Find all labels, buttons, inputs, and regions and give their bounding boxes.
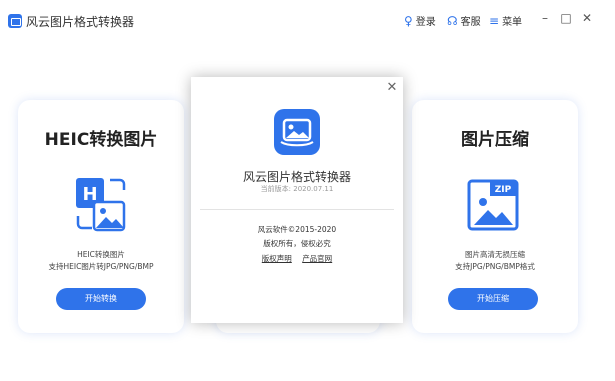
dialog-copyright: 风云软件©2015-2020 <box>257 225 337 234</box>
compress-desc-line1: 图片高清无损压缩 <box>465 250 525 259</box>
maximize-button[interactable]: □ <box>559 11 573 25</box>
close-button[interactable]: ✕ <box>580 11 594 25</box>
dialog-app-name: 风云图片格式转换器 <box>242 170 351 184</box>
login-button[interactable]: ♀ 登录 <box>404 13 436 29</box>
minimize-icon: – <box>542 11 548 25</box>
dialog-close-icon[interactable]: ✕ <box>386 81 398 94</box>
svg-text:ZIP: ZIP <box>495 185 512 195</box>
service-label: 客服 <box>460 17 481 28</box>
copyright-notice-link[interactable]: 版权声明 <box>262 254 292 263</box>
dialog-version: 当前版本: 2020.07.11 <box>260 185 334 193</box>
menu-button[interactable]: ≡ 菜单 <box>489 13 523 29</box>
heic-card[interactable]: HEIC转换图片 H HEIC转换图片 支持HEIC图片转JPG/PNG/BMP… <box>18 100 184 333</box>
close-icon: ✕ <box>581 11 593 25</box>
compress-desc-line2: 支持JPG/PNG/BMP格式 <box>455 262 535 271</box>
zip-image-icon: ZIP <box>467 179 519 231</box>
dialog-divider <box>200 209 394 210</box>
menu-label: 菜单 <box>502 17 523 28</box>
dialog-rights: 版权所有，侵权必究 <box>263 239 331 248</box>
heic-desc-line2: 支持HEIC图片转JPG/PNG/BMP <box>48 262 154 271</box>
login-label: 登录 <box>415 17 436 28</box>
headset-icon: ☊ <box>447 13 458 28</box>
heic-desc-line1: HEIC转换图片 <box>77 250 125 259</box>
heic-image-icon: H <box>76 178 126 232</box>
start-convert-button[interactable]: 开始转换 <box>56 288 146 310</box>
minimize-button[interactable]: – <box>538 11 552 25</box>
app-large-icon <box>274 109 320 155</box>
start-compress-button[interactable]: 开始压缩 <box>448 288 538 310</box>
title-bar: 风云图片格式转换器 ♀ 登录 ☊ 客服 ≡ 菜单 – □ ✕ <box>0 0 615 40</box>
service-button[interactable]: ☊ 客服 <box>447 13 481 29</box>
app-title: 风云图片格式转换器 <box>26 15 135 29</box>
dialog-links: 版权声明 产品官网 <box>191 253 403 264</box>
photo-icon <box>280 118 314 147</box>
heic-card-title: HEIC转换图片 <box>44 130 158 150</box>
about-dialog: ✕ 风云图片格式转换器 当前版本: 2020.07.11 风云软件©2015-2… <box>191 77 403 323</box>
user-icon: ♀ <box>404 13 413 28</box>
compress-card-title: 图片压缩 <box>461 130 529 150</box>
app-logo-icon <box>8 14 22 28</box>
compress-card[interactable]: 图片压缩 ZIP 图片高清无损压缩 支持JPG/PNG/BMP格式 开始压缩 <box>412 100 578 333</box>
product-website-link[interactable]: 产品官网 <box>302 254 332 263</box>
menu-icon: ≡ <box>489 13 500 28</box>
maximize-icon: □ <box>560 11 572 25</box>
